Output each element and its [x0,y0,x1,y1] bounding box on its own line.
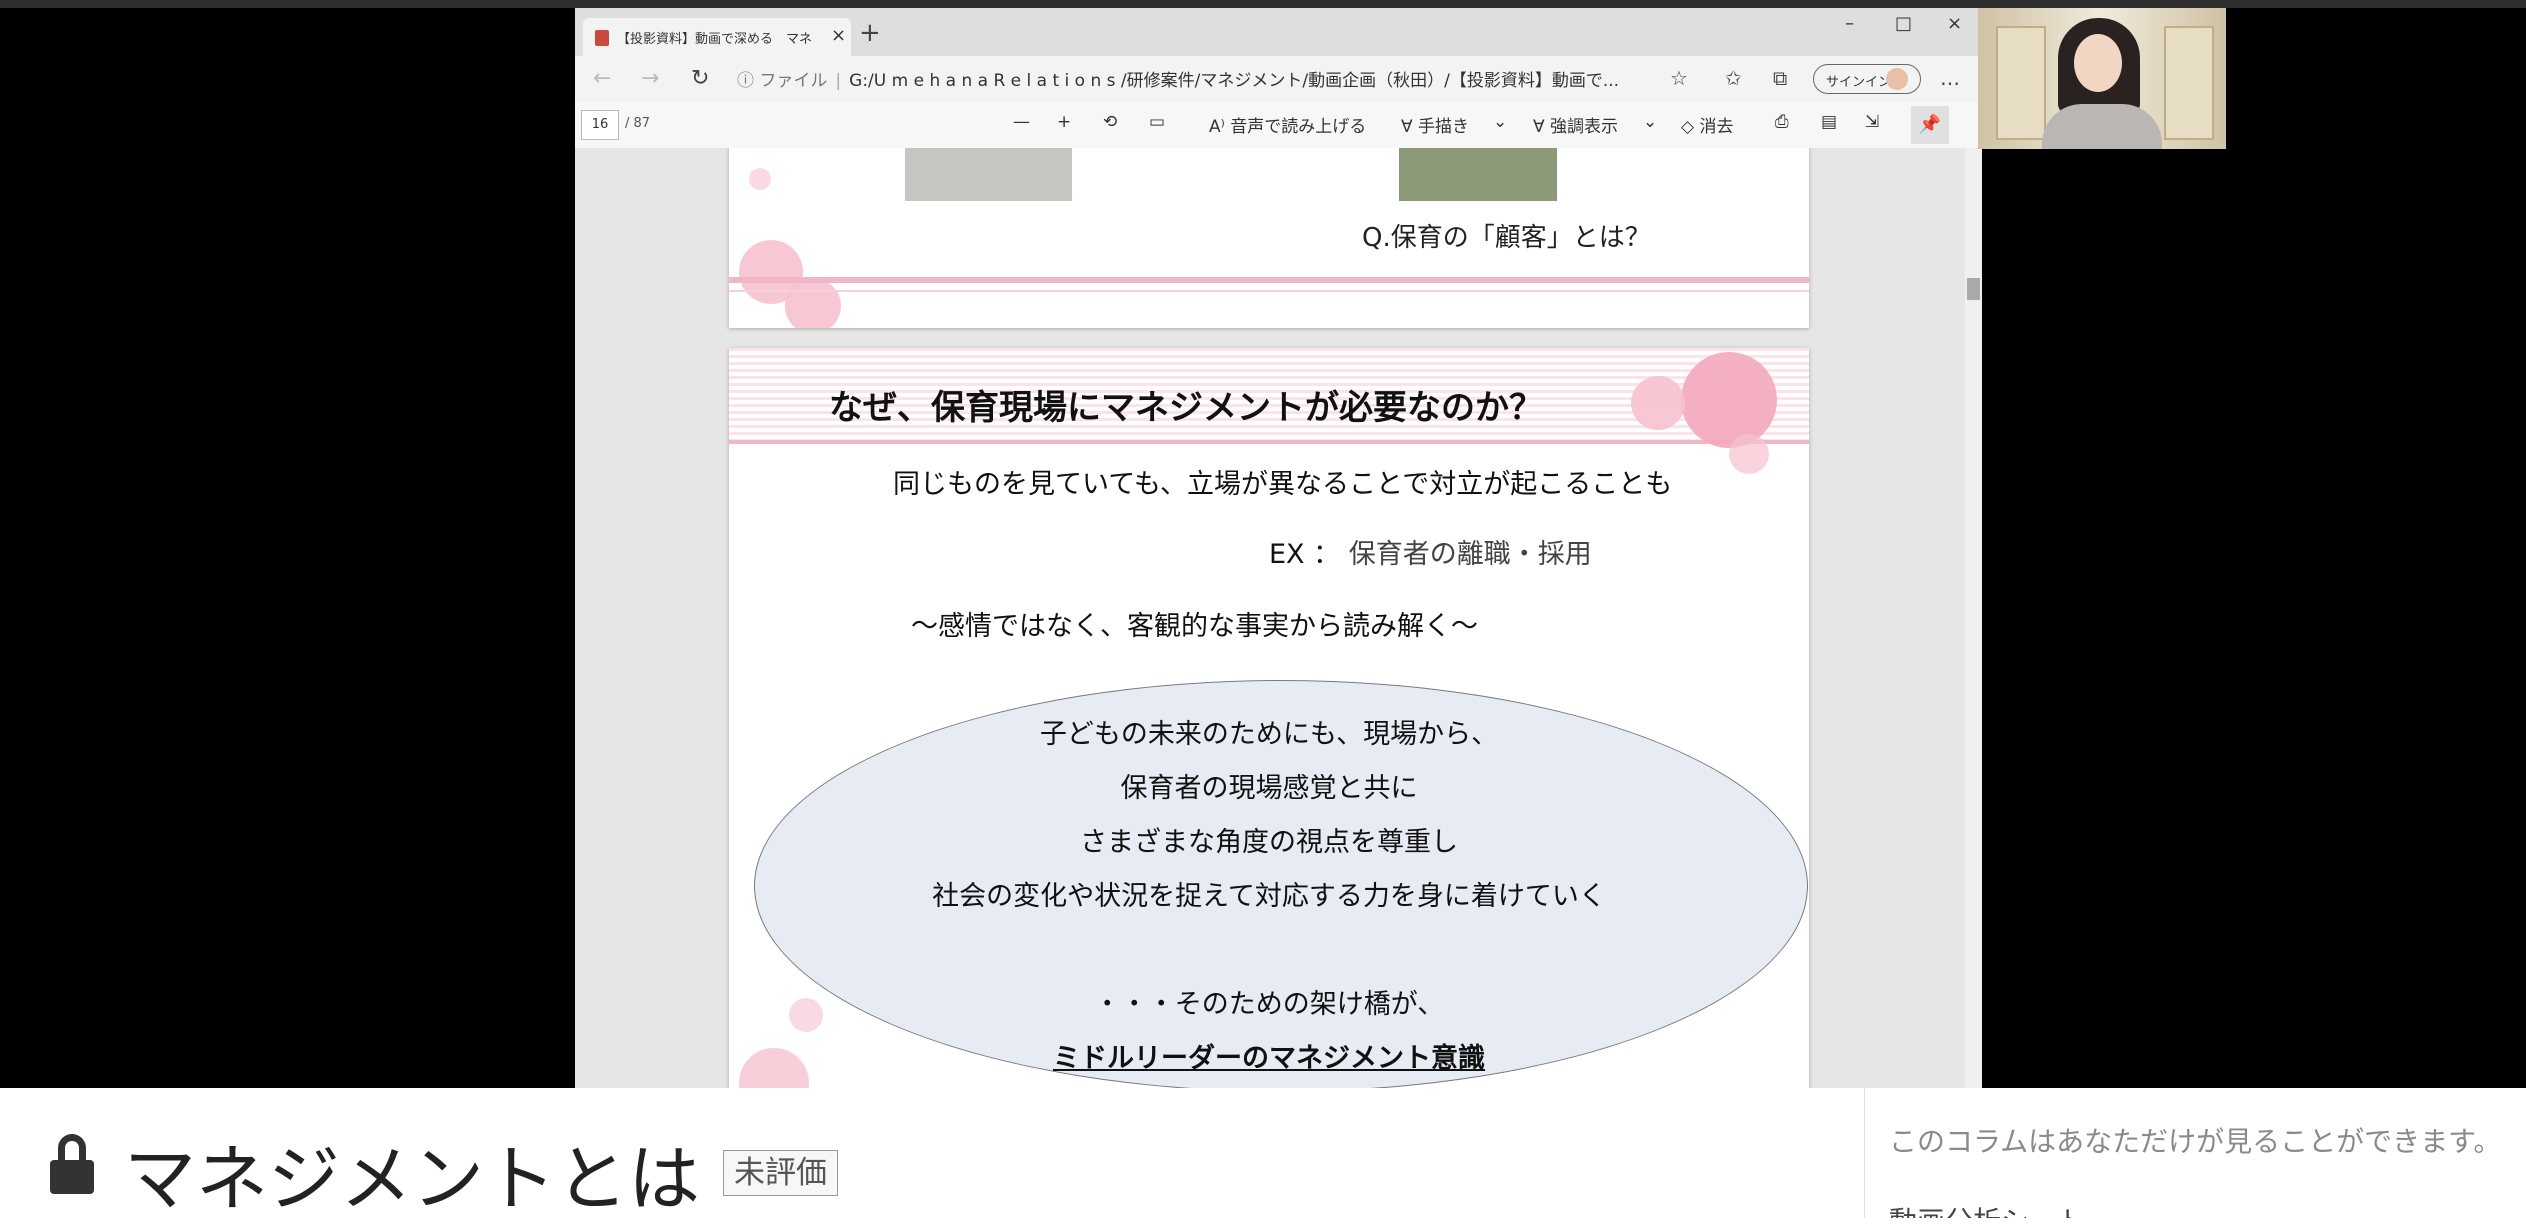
plum-blossom-decoration [1681,352,1777,448]
pin-toolbar-icon[interactable]: 📌 [1911,106,1949,144]
pdf-viewer[interactable]: Q.保育の「顧客」とは？ なぜ、保育現場にマネジメントが必要なのか？ 同じものを… [575,148,1982,1088]
slide-question: Q.保育の「顧客」とは？ [1362,223,1651,253]
example-label: EX ： [1269,539,1349,570]
signin-button[interactable]: サインイン [1813,64,1921,94]
plum-blossom-decoration [749,168,771,190]
pdf-page-previous: Q.保育の「顧客」とは？ [729,148,1809,328]
sidebar-link[interactable]: 動画分析シート [1889,1200,2085,1218]
save-as-icon[interactable]: ⇲ [1865,112,1879,132]
url-prefix: ⓘ ファイル [737,71,828,91]
lock-icon [50,1134,94,1194]
read-aloud-button[interactable]: A⁾ 音声で読み上げる [1209,112,1366,137]
more-menu-icon[interactable]: … [1940,66,1960,90]
pdf-icon [595,30,609,46]
plum-blossom-decoration [1729,434,1769,474]
ellipse-line-5: ・・・そのための架け橋が、 [1093,989,1445,1020]
presenter-face [2074,34,2122,92]
webcam-presenter [1978,8,2226,149]
privacy-note: このコラムはあなただけが見ることができます。 [1889,1125,2502,1158]
zoom-in-button[interactable]: + [1057,112,1071,132]
print-icon[interactable]: ⎙ [1775,112,1789,132]
pdf-page-current: なぜ、保育現場にマネジメントが必要なのか？ 同じものを見ていても、立場が異なるこ… [729,348,1809,1088]
example-value: 保育者の離職・採用 [1348,539,1592,570]
profile-avatar [1886,68,1908,90]
slide-subtitle: ～感情ではなく、客観的な事実から読み解く～ [911,611,1478,642]
tab-close-icon[interactable]: × [831,25,846,46]
url-field[interactable]: ⓘ ファイル | G:/U m e h a n a R e l a t i o n … [737,66,1672,91]
page-number-input[interactable]: 16 [581,110,619,140]
ellipse-line-3: さまざまな角度の視点を尊重し [1080,827,1458,858]
url-path: G:/U m e h a n a R e l a t i o n s /研修案件… [849,71,1620,91]
pdf-toolbar: 16 / 87 — + ⟲ ▭ A⁾ 音声で読み上げる ∀ 手描き ⌄ ∀ 強調… [575,102,1982,149]
new-tab-button[interactable]: + [859,18,881,48]
scrollbar-thumb[interactable] [1967,278,1980,300]
fit-page-icon[interactable]: ▭ [1149,112,1165,132]
background-door [1996,26,2046,140]
rating-badge: 未評価 [723,1150,838,1196]
erase-button[interactable]: ◇ 消去 [1681,112,1733,137]
tab-strip: 【投影資料】動画で深める マネジメ × + – □ × [575,8,1982,56]
ellipse-line-6: ミドルリーダーのマネジメント意識 [1053,1043,1485,1074]
tab-title: 【投影資料】動画で深める マネジメ [617,32,813,47]
ellipse-line-1: 子どもの未来のためにも、現場から、 [1039,719,1499,750]
video-player[interactable]: 【投影資料】動画で深める マネジメ × + – □ × ← → ↻ ⓘ ファイル… [0,0,2526,1088]
page-title: マネジメントとは [124,1137,701,1221]
slide-title: なぜ、保育現場にマネジメントが必要なのか？ [829,388,1543,428]
slide-photo-right [1399,148,1557,201]
save-icon[interactable]: ▤ [1821,112,1837,132]
highlight-dropdown-icon[interactable]: ⌄ [1643,112,1657,132]
browser-tab[interactable]: 【投影資料】動画で深める マネジメ × [583,18,851,56]
favorites-icon[interactable]: ✩ [1725,66,1742,90]
pink-divider [729,290,1809,292]
slide-text-line1: 同じものを見ていても、立場が異なることで対立が起こることも [893,469,1673,500]
forward-button[interactable]: → [641,66,659,91]
favorite-star-icon[interactable]: ☆ [1670,66,1688,90]
slide-photo-left [905,148,1072,201]
page-total: / 87 [625,116,651,131]
rotate-icon[interactable]: ⟲ [1103,112,1117,132]
slide-header-underline [729,440,1809,444]
ellipse-line-2: 保育者の現場感覚と共に [1120,773,1418,804]
video-top-edge [0,0,2526,8]
presenter-body [2042,104,2162,149]
zoom-out-button[interactable]: — [1013,112,1030,132]
browser-window: 【投影資料】動画で深める マネジメ × + – □ × ← → ↻ ⓘ ファイル… [575,8,1982,1088]
background-door [2164,26,2214,140]
maximize-button[interactable]: □ [1895,13,1912,34]
plum-blossom-decoration [1631,376,1685,430]
highlight-button[interactable]: ∀ 強調表示 [1533,112,1618,137]
slide-example: EX ： 保育者の離職・採用 [1269,532,1592,571]
collections-icon[interactable]: ⧉ [1773,66,1787,90]
back-button[interactable]: ← [593,66,611,91]
address-bar: ← → ↻ ⓘ ファイル | G:/U m e h a n a R e l a t … [575,56,1982,103]
sidebar: このコラムはあなただけが見ることができます。 動画分析シート [1864,1088,2526,1218]
refresh-button[interactable]: ↻ [691,66,709,91]
ellipse-line-4: 社会の変化や状況を捉えて対応する力を身に着けていく [932,881,1606,912]
plum-blossom-decoration [785,278,841,328]
minimize-button[interactable]: – [1845,13,1854,34]
draw-dropdown-icon[interactable]: ⌄ [1493,112,1507,132]
pink-divider [729,277,1809,283]
close-window-button[interactable]: × [1947,13,1962,34]
draw-button[interactable]: ∀ 手描き [1401,112,1469,137]
signin-label: サインイン [1826,75,1892,90]
